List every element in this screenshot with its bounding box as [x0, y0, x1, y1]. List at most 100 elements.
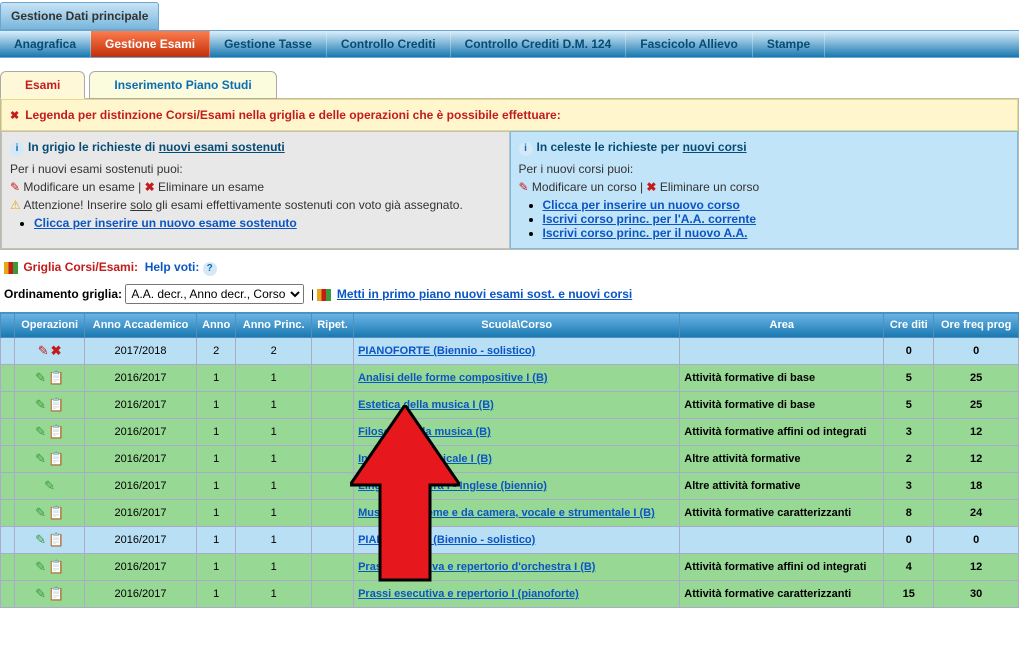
warn-icon: ⚠ [10, 198, 21, 212]
cell-aa: 2016/2017 [85, 419, 197, 446]
cell-rip [311, 419, 353, 446]
legend-bar: Legenda per distinzione Corsi/Esami nell… [1, 99, 1018, 131]
edit-icon[interactable]: ✎ [35, 532, 46, 547]
course-link[interactable]: Lingua straniera I - Inglese (biennio) [358, 480, 547, 492]
cell-area: Attività formative affini od integrati [680, 554, 884, 581]
note-icon[interactable]: 📋 [48, 586, 64, 601]
tab-gestione-esami[interactable]: Gestione Esami [91, 31, 210, 57]
grid-table: Operazioni Anno Accademico Anno Anno Pri… [0, 312, 1019, 608]
cell-cre: 5 [884, 365, 934, 392]
chart-icon [317, 289, 331, 301]
tab-controllo-crediti[interactable]: Controllo Crediti [327, 31, 451, 57]
link-primo-piano[interactable]: Metti in primo piano nuovi esami sost. e… [337, 287, 632, 301]
tab-gestione-tasse[interactable]: Gestione Tasse [210, 31, 327, 57]
course-link[interactable]: PIANOFORTE (Biennio - solistico) [358, 345, 535, 357]
cell-anno: 1 [196, 419, 236, 446]
cell-cre: 0 [884, 527, 934, 554]
course-link[interactable]: Prassi esecutiva e repertorio I (pianofo… [358, 588, 579, 600]
cell-annop: 1 [236, 473, 311, 500]
cell-ops: ✎📋 [15, 554, 85, 581]
cell-cre: 0 [884, 338, 934, 365]
help-icon[interactable]: ? [203, 262, 217, 276]
cell-aa: 2016/2017 [85, 527, 197, 554]
course-link[interactable]: Analisi delle forme compositive I (B) [358, 372, 548, 384]
griglia-label: Griglia Corsi/Esami: [23, 260, 138, 274]
cell-area: Altre attività formative [680, 446, 884, 473]
delete-course-text: Eliminare un corso [660, 180, 759, 194]
cell-cre: 8 [884, 500, 934, 527]
link-iscrivi-corrente[interactable]: Iscrivi corso princ. per l'A.A. corrente [543, 212, 757, 226]
cell-rip [311, 473, 353, 500]
cell-ops: ✎ [15, 473, 85, 500]
edit-icon[interactable]: ✎ [35, 424, 46, 439]
cell-corso: Prassi esecutiva e repertorio d'orchestr… [354, 554, 680, 581]
edit-icon[interactable]: ✎ [44, 478, 55, 493]
cell-rip [311, 392, 353, 419]
main-nav: Anagrafica Gestione Esami Gestione Tasse… [0, 30, 1019, 58]
tab-controllo-dm124[interactable]: Controllo Crediti D.M. 124 [451, 31, 627, 57]
cell-anno: 1 [196, 473, 236, 500]
cell-rip [311, 500, 353, 527]
table-row: ✎📋2016/201711Prassi esecutiva e repertor… [1, 554, 1019, 581]
cell-annop: 1 [236, 446, 311, 473]
subtab-esami[interactable]: Esami [0, 71, 85, 99]
note-icon[interactable]: 📋 [48, 370, 64, 385]
th-anno: Anno [196, 313, 236, 338]
th-ore: Ore freq prog [934, 313, 1019, 338]
cell-area: Attività formative di base [680, 365, 884, 392]
note-icon[interactable]: 📋 [48, 532, 64, 547]
edit-icon[interactable]: ✎ [35, 451, 46, 466]
table-row: ✎📋2016/201711PIANOFORTE (Biennio - solis… [1, 527, 1019, 554]
cell-rip [311, 365, 353, 392]
course-link[interactable]: PIANOFORTE (Biennio - solistico) [358, 534, 535, 546]
cell-corso: Analisi delle forme compositive I (B) [354, 365, 680, 392]
table-row: ✎📋2016/201711Filosofia della musica (B)A… [1, 419, 1019, 446]
cell-anno: 1 [196, 500, 236, 527]
th-rip: Ripet. [311, 313, 353, 338]
info-icon: i [10, 142, 24, 156]
sub-tabs: Esami Inserimento Piano Studi [0, 70, 1019, 98]
th-cre: Cre diti [884, 313, 934, 338]
edit-icon[interactable]: ✎ [35, 370, 46, 385]
cell-anno: 2 [196, 338, 236, 365]
edit-icon[interactable]: ✎ [35, 505, 46, 520]
cell-corso: PIANOFORTE (Biennio - solistico) [354, 338, 680, 365]
cell-annop: 2 [236, 338, 311, 365]
link-new-course[interactable]: Clicca per inserire un nuovo corso [543, 198, 740, 212]
course-link[interactable]: Filosofia della musica (B) [358, 426, 491, 438]
tab-stampe[interactable]: Stampe [753, 31, 825, 57]
link-iscrivi-nuovo[interactable]: Iscrivi corso princ. per il nuovo A.A. [543, 226, 748, 240]
delete-icon: ✖ [145, 180, 155, 194]
delete-icon[interactable]: ✖ [51, 343, 62, 358]
tab-fascicolo[interactable]: Fascicolo Allievo [626, 31, 753, 57]
note-icon[interactable]: 📋 [48, 559, 64, 574]
table-row: ✎2016/201711Lingua straniera I - Inglese… [1, 473, 1019, 500]
cell-aa: 2016/2017 [85, 473, 197, 500]
edit-icon[interactable]: ✎ [35, 559, 46, 574]
edit-icon[interactable]: ✎ [38, 343, 49, 358]
edit-icon[interactable]: ✎ [35, 586, 46, 601]
note-icon[interactable]: 📋 [48, 451, 64, 466]
cell-anno: 1 [196, 365, 236, 392]
cell-corso: Prassi esecutiva e repertorio I (pianofo… [354, 581, 680, 608]
cell-annop: 1 [236, 554, 311, 581]
course-link[interactable]: Musica d'insieme e da camera, vocale e s… [358, 507, 655, 519]
ord-select[interactable]: A.A. decr., Anno decr., Corso [125, 284, 304, 304]
modify-course-text: Modificare un corso [532, 180, 637, 194]
note-icon[interactable]: 📋 [48, 424, 64, 439]
subtab-piano[interactable]: Inserimento Piano Studi [89, 71, 276, 99]
note-icon[interactable]: 📋 [48, 397, 64, 412]
th-aa: Anno Accademico [85, 313, 197, 338]
tab-anagrafica[interactable]: Anagrafica [0, 31, 91, 57]
cell-area [680, 338, 884, 365]
course-link[interactable]: Prassi esecutiva e repertorio d'orchestr… [358, 561, 595, 573]
cell-anno: 1 [196, 554, 236, 581]
th-annop: Anno Princ. [236, 313, 311, 338]
link-new-exam[interactable]: Clicca per inserire un nuovo esame soste… [34, 216, 297, 230]
course-link[interactable]: Estetica della musica I (B) [358, 399, 494, 411]
course-link[interactable]: Informatica musicale I (B) [358, 453, 492, 465]
edit-icon[interactable]: ✎ [35, 397, 46, 412]
cell-aa: 2017/2018 [85, 338, 197, 365]
cell-annop: 1 [236, 581, 311, 608]
note-icon[interactable]: 📋 [48, 505, 64, 520]
